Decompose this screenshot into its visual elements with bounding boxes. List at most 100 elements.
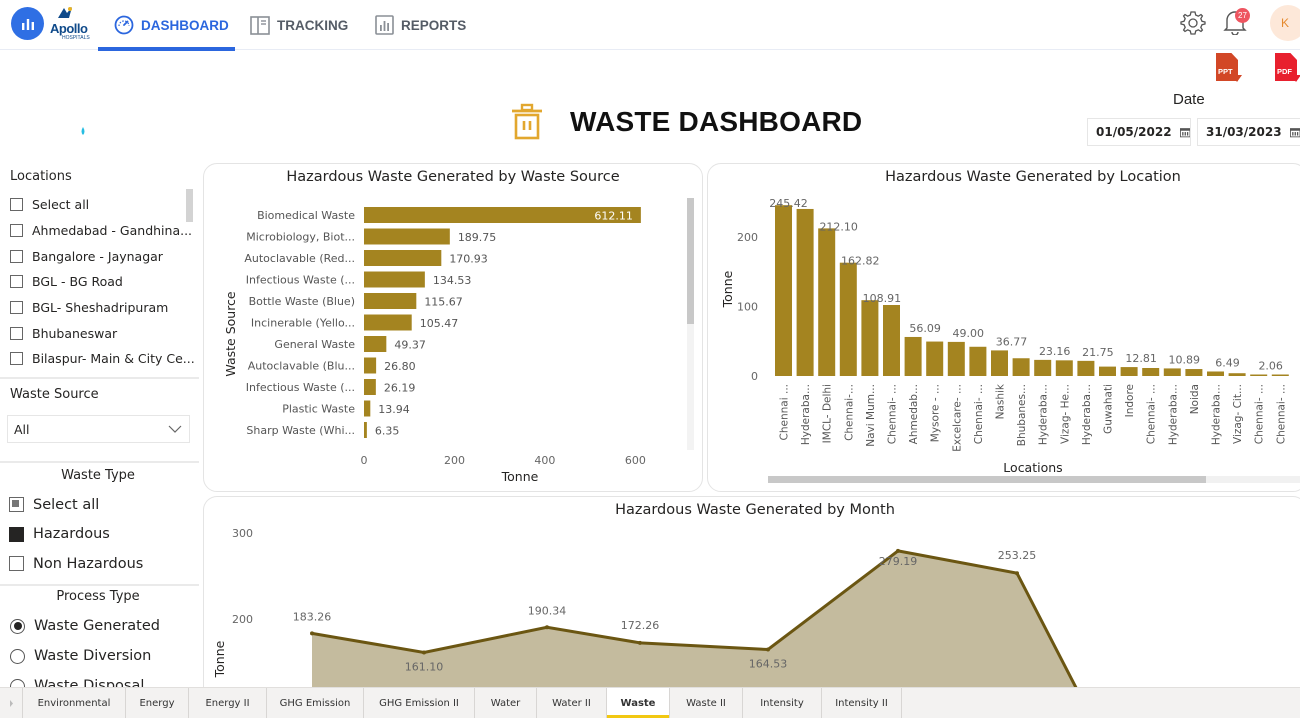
radio-button[interactable] (10, 618, 25, 634)
page-tab-environmental[interactable]: Environmental (23, 688, 126, 718)
location-option[interactable]: BGL- Sheshadripuram (10, 295, 190, 321)
checkbox[interactable] (10, 198, 23, 212)
page-tab-water[interactable]: Water (475, 688, 537, 718)
location-option[interactable]: BGL - BG Road (10, 269, 190, 295)
data-point[interactable] (310, 631, 314, 636)
bar[interactable] (1250, 374, 1268, 377)
bar[interactable] (1271, 374, 1289, 377)
page-tab-waste-ii[interactable]: Waste II (670, 688, 743, 718)
scrollbar-thumb[interactable] (687, 198, 694, 324)
checkbox[interactable] (10, 352, 23, 366)
bar[interactable] (904, 336, 922, 376)
scrollbar-thumb[interactable] (768, 476, 1206, 483)
chart-vertical-scrollbar[interactable] (687, 198, 694, 450)
x-tick-label: IMCL- Delhi (822, 384, 834, 443)
bar[interactable] (883, 305, 900, 376)
bar[interactable] (775, 205, 792, 376)
process-type-option[interactable]: Waste Disposal (10, 671, 160, 687)
waste-type-option[interactable]: Hazardous (9, 520, 143, 550)
bar[interactable] (364, 400, 371, 417)
page-tab-intensity-ii[interactable]: Intensity II (822, 688, 902, 718)
data-point[interactable] (545, 625, 549, 630)
page-tab-intensity[interactable]: Intensity (743, 688, 822, 718)
tabs-scroll-left-button[interactable] (0, 688, 23, 718)
bar[interactable] (364, 250, 442, 266)
page-tab-energy[interactable]: Energy (126, 688, 189, 718)
gear-icon (1180, 11, 1206, 35)
bar[interactable] (926, 341, 944, 376)
location-option[interactable]: Bilaspur- Main & City Ce... (10, 346, 195, 372)
bar[interactable] (1099, 366, 1116, 376)
waste-type-option[interactable]: Select all (9, 490, 143, 520)
location-option[interactable]: Bangalore - Jaynagar (10, 243, 190, 269)
page-tab-waste[interactable]: Waste (607, 688, 670, 718)
nav-tab-reports[interactable]: REPORTS (375, 0, 466, 50)
bar[interactable] (839, 262, 857, 376)
locations-scrollbar[interactable] (186, 189, 193, 222)
export-pdf-button[interactable]: PDF (1275, 53, 1300, 86)
bar[interactable] (1142, 367, 1160, 376)
app-menu-button[interactable] (11, 7, 44, 40)
bar[interactable] (364, 228, 450, 245)
checkbox[interactable] (9, 556, 24, 572)
page-tab-ghg-emission-ii[interactable]: GHG Emission II (364, 688, 475, 718)
bar[interactable] (796, 208, 814, 376)
checkbox[interactable] (10, 275, 23, 289)
nav-tab-dashboard[interactable]: DASHBOARD (98, 0, 235, 51)
user-avatar[interactable]: K (1270, 5, 1300, 41)
start-date-input[interactable]: 01/05/2022 (1087, 118, 1191, 146)
x-tick-label: Noida (1189, 384, 1201, 414)
radio-button[interactable] (10, 648, 25, 664)
location-option[interactable]: Bhubaneswar (10, 320, 190, 346)
bar[interactable] (818, 228, 836, 376)
bar[interactable] (1185, 369, 1203, 376)
data-point[interactable] (766, 647, 770, 652)
end-date-input[interactable]: 31/03/2023 (1197, 118, 1300, 146)
bar[interactable] (1034, 359, 1052, 376)
data-point[interactable] (1015, 571, 1019, 576)
bar[interactable] (364, 271, 425, 288)
checkbox[interactable] (10, 301, 23, 315)
page-tab-energy-ii[interactable]: Energy II (189, 688, 267, 718)
waste-type-option[interactable]: Non Hazardous (9, 549, 143, 579)
export-ppt-button[interactable]: PPT (1216, 53, 1242, 86)
bar[interactable] (1228, 373, 1246, 376)
page-tab-ghg-emission[interactable]: GHG Emission (267, 688, 364, 718)
checkbox[interactable] (10, 249, 23, 263)
bar[interactable] (947, 341, 965, 376)
checkbox[interactable] (9, 497, 24, 513)
nav-tab-tracking[interactable]: TRACKING (250, 0, 348, 50)
chart-horizontal-scrollbar[interactable] (768, 476, 1300, 483)
process-type-option[interactable]: Waste Diversion (10, 641, 160, 671)
bar[interactable] (1012, 358, 1030, 376)
bar[interactable] (1055, 360, 1073, 376)
radio-button[interactable] (10, 678, 25, 687)
bar[interactable] (364, 379, 376, 395)
checkbox[interactable] (10, 326, 23, 340)
bar[interactable] (364, 314, 412, 331)
bar[interactable] (364, 422, 367, 438)
checkbox[interactable] (9, 526, 24, 542)
location-option[interactable]: Ahmedabad - Gandhina... (10, 218, 192, 244)
data-point[interactable] (422, 650, 426, 655)
checkbox[interactable] (10, 224, 23, 238)
page-tab-water-ii[interactable]: Water II (537, 688, 607, 718)
bar[interactable] (1120, 367, 1138, 376)
data-point[interactable] (896, 548, 900, 553)
bar[interactable] (1077, 360, 1095, 376)
notifications-button[interactable]: 27 (1223, 8, 1250, 39)
process-type-option[interactable]: Waste Generated (10, 611, 160, 641)
bar[interactable] (969, 346, 987, 376)
page-title: WASTE DASHBOARD (570, 106, 863, 137)
bar[interactable] (364, 293, 417, 309)
settings-button[interactable] (1180, 10, 1206, 40)
waste-source-dropdown[interactable]: All (7, 415, 190, 443)
data-point[interactable] (638, 640, 642, 645)
bar[interactable] (991, 350, 1008, 376)
bar[interactable] (1163, 368, 1181, 376)
location-select-all[interactable]: Select all (10, 192, 190, 218)
bar[interactable] (364, 336, 387, 352)
bar[interactable] (861, 300, 879, 376)
bar[interactable] (364, 357, 377, 374)
bar[interactable] (1207, 371, 1224, 376)
